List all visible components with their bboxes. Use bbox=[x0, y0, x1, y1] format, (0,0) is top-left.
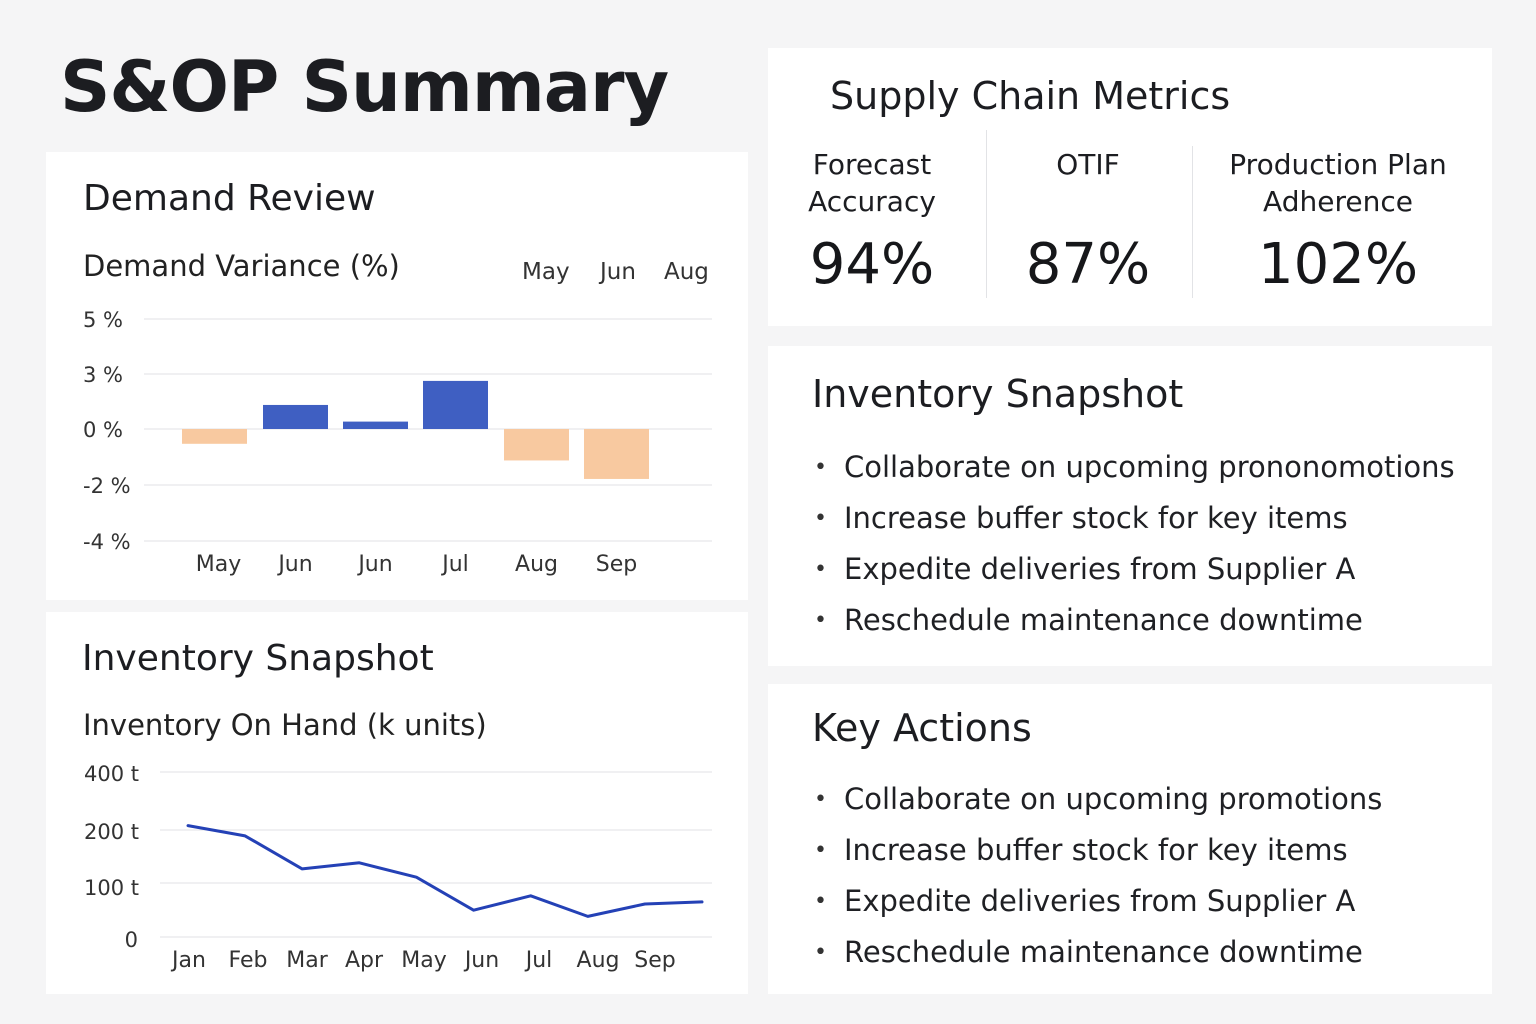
y-tick-label: 0 bbox=[125, 928, 138, 952]
bar bbox=[263, 404, 328, 429]
bar bbox=[343, 421, 408, 429]
inventory-snapshot-list: Collaborate on upcoming prononomotions I… bbox=[814, 442, 1455, 646]
y-tick-label: -4 % bbox=[83, 530, 131, 554]
list-item: Expedite deliveries from Supplier A bbox=[814, 876, 1382, 927]
y-tick-label: 200 t bbox=[84, 820, 139, 844]
list-item: Reschedule maintenance downtime bbox=[814, 595, 1455, 646]
x-tick-label: Jul bbox=[524, 948, 553, 973]
x-tick-label: Jun bbox=[463, 948, 499, 973]
inventory-snapshot-title: Inventory Snapshot bbox=[812, 372, 1184, 416]
y-tick-label: 0 % bbox=[83, 418, 123, 442]
key-actions-title: Key Actions bbox=[812, 706, 1032, 750]
metric-value: 87% bbox=[1025, 232, 1151, 297]
inventory-chart-card: Inventory Snapshot Inventory On Hand (k … bbox=[46, 612, 748, 994]
supply-chain-metrics-card: Supply Chain Metrics Forecast Accuracy 9… bbox=[768, 48, 1492, 326]
y-tick-label: 3 % bbox=[83, 363, 123, 387]
bar bbox=[423, 380, 488, 429]
list-item: Increase buffer stock for key items bbox=[814, 493, 1455, 544]
x-tick-label: Jan bbox=[170, 948, 206, 973]
metric-label: Forecast Accuracy bbox=[808, 148, 936, 218]
x-tick-label: Aug bbox=[577, 948, 620, 973]
page-title: S&OP Summary bbox=[60, 46, 669, 128]
x-tick-label: Sep bbox=[596, 552, 637, 577]
x-tick-label: May bbox=[401, 948, 446, 973]
metric-divider bbox=[1192, 146, 1193, 298]
x-tick-label: Feb bbox=[229, 948, 268, 973]
inventory-series-line bbox=[186, 824, 704, 918]
list-item: Collaborate on upcoming promotions bbox=[814, 774, 1382, 825]
metric-value: 94% bbox=[809, 232, 935, 297]
x-tick-label: Apr bbox=[345, 948, 384, 973]
inventory-snapshot-card: Inventory Snapshot Collaborate on upcomi… bbox=[768, 346, 1492, 666]
x-tick-label: Jul bbox=[440, 552, 469, 577]
bar bbox=[584, 429, 649, 479]
list-item: Reschedule maintenance downtime bbox=[814, 927, 1382, 978]
x-tick-label: Aug bbox=[515, 552, 558, 577]
metric-label: Production Plan Adherence bbox=[1229, 148, 1447, 218]
x-tick-label: Mar bbox=[286, 948, 328, 973]
y-tick-label: 5 % bbox=[83, 308, 123, 332]
list-item: Collaborate on upcoming prononomotions bbox=[814, 442, 1455, 493]
bar bbox=[182, 429, 247, 444]
key-actions-card: Key Actions Collaborate on upcoming prom… bbox=[768, 684, 1492, 994]
x-tick-label: May bbox=[196, 552, 241, 577]
demand-review-card: Demand Review Demand Variance (%) May Ju… bbox=[46, 152, 748, 600]
list-item: Increase buffer stock for key items bbox=[814, 825, 1382, 876]
inventory-on-hand-chart: 400 t 200 t 100 t 0 Jan Feb Mar Apr May Jun Jul Aug… bbox=[84, 762, 712, 973]
key-actions-list: Collaborate on upcoming promotions Incre… bbox=[814, 774, 1382, 978]
demand-variance-chart: 5 % 3 % 0 % -2 % -4 % May Jun Jun Jul Aug Sep bbox=[83, 308, 712, 577]
y-tick-label: 100 t bbox=[84, 876, 139, 900]
metric-label: OTIF bbox=[1056, 148, 1120, 181]
y-tick-label: 400 t bbox=[84, 762, 139, 786]
x-tick-label: Sep bbox=[634, 948, 675, 973]
y-tick-label: -2 % bbox=[83, 474, 131, 498]
list-item: Expedite deliveries from Supplier A bbox=[814, 544, 1455, 595]
metric-divider bbox=[986, 130, 987, 298]
x-tick-label: Jun bbox=[276, 552, 312, 577]
metric-value: 102% bbox=[1257, 232, 1419, 297]
supply-chain-metrics-title: Supply Chain Metrics bbox=[830, 74, 1231, 118]
bar bbox=[504, 429, 569, 461]
x-tick-label: Jun bbox=[356, 552, 392, 577]
